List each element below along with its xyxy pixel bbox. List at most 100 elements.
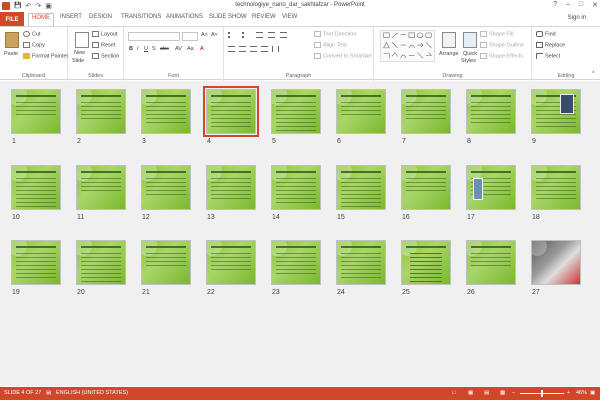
layout-button[interactable]: Layout — [92, 31, 118, 37]
slide-thumbnail[interactable] — [11, 165, 61, 210]
slide-thumbnail[interactable] — [271, 240, 321, 285]
arrange-icon[interactable] — [442, 32, 456, 48]
arrange-button[interactable]: Arrange — [439, 51, 459, 57]
restore-button[interactable]: □ — [579, 1, 583, 9]
new-slide-dropdown[interactable]: Slide — [72, 58, 84, 64]
character-spacing-button[interactable]: AV — [175, 46, 182, 52]
decrease-indent-button[interactable] — [256, 32, 265, 38]
slide-thumbnail[interactable] — [466, 240, 516, 285]
align-right-button[interactable] — [250, 46, 259, 52]
slide-thumbnail[interactable] — [76, 165, 126, 210]
slide-thumbnail[interactable] — [271, 165, 321, 210]
reset-button[interactable]: Reset — [92, 42, 115, 48]
shapes-gallery[interactable] — [380, 30, 435, 62]
columns-button[interactable] — [272, 46, 281, 52]
slide-thumbnail[interactable] — [141, 165, 191, 210]
slide-thumbnail[interactable] — [401, 240, 451, 285]
slide-thumbnail[interactable] — [401, 89, 451, 134]
grow-font-button[interactable]: A˄ — [201, 32, 208, 38]
slide-thumbnail[interactable] — [76, 89, 126, 134]
zoom-out-button[interactable]: – — [512, 390, 515, 396]
bold-button[interactable]: B — [129, 46, 133, 52]
new-slide-icon[interactable] — [75, 32, 89, 48]
spellcheck-icon[interactable]: ▤ — [46, 390, 51, 396]
tab-animations[interactable]: ANIMATIONS — [166, 13, 203, 21]
tab-slide-show[interactable]: SLIDE SHOW — [209, 13, 247, 21]
numbering-button[interactable] — [242, 32, 251, 38]
section-button[interactable]: Section — [92, 53, 119, 59]
align-center-button[interactable] — [239, 46, 248, 52]
increase-indent-button[interactable] — [268, 32, 277, 38]
shadow-button[interactable]: S — [152, 46, 156, 52]
justify-button[interactable] — [261, 46, 270, 52]
collapse-ribbon-icon[interactable]: ^ — [592, 71, 595, 77]
format-painter-button[interactable]: Format Painter — [23, 53, 68, 59]
align-left-button[interactable] — [228, 46, 237, 52]
slide-thumbnail[interactable] — [11, 240, 61, 285]
select-button[interactable]: Select — [536, 53, 560, 59]
slide-thumbnail[interactable] — [531, 89, 581, 134]
shape-outline-button[interactable]: Shape Outline — [480, 42, 524, 48]
tab-design[interactable]: DESIGN — [89, 13, 112, 21]
paste-icon[interactable] — [5, 32, 19, 48]
slide-thumbnail[interactable] — [206, 165, 256, 210]
zoom-level[interactable]: 46% — [576, 390, 587, 396]
slide-thumbnail[interactable] — [271, 89, 321, 134]
new-slide-button[interactable]: New — [74, 50, 85, 56]
fit-slide-icon[interactable]: ▣ — [590, 390, 595, 396]
find-button[interactable]: Find — [536, 31, 556, 37]
normal-view-icon[interactable]: □ — [452, 390, 455, 396]
underline-button[interactable]: U — [144, 46, 148, 52]
sign-in-link[interactable]: Sign in — [568, 15, 586, 21]
tab-insert[interactable]: INSERT — [60, 13, 82, 21]
slide-thumbnail[interactable] — [203, 86, 259, 137]
paste-button[interactable]: Paste — [4, 51, 18, 57]
reading-view-icon[interactable]: ▤ — [484, 390, 489, 396]
tab-view[interactable]: VIEW — [282, 13, 297, 21]
quick-styles-icon[interactable] — [463, 32, 477, 48]
close-button[interactable]: ✕ — [592, 1, 598, 9]
slide-thumbnail[interactable] — [531, 165, 581, 210]
align-text-button[interactable]: Align Text — [314, 42, 347, 48]
quick-styles-dropdown[interactable]: Styles — [461, 58, 476, 64]
slide-thumbnail[interactable] — [466, 89, 516, 134]
text-direction-button[interactable]: Text Direction — [314, 31, 356, 37]
copy-button[interactable]: Copy — [23, 42, 45, 48]
italic-button[interactable]: I — [137, 46, 139, 52]
bullets-button[interactable] — [228, 32, 237, 38]
shape-fill-button[interactable]: Shape Fill — [480, 31, 513, 37]
slide-thumbnail[interactable] — [11, 89, 61, 134]
minimize-button[interactable]: – — [566, 1, 570, 9]
slide-thumbnail[interactable] — [141, 240, 191, 285]
slide-thumbnail[interactable] — [466, 165, 516, 210]
slide-thumbnail[interactable] — [206, 240, 256, 285]
tab-transitions[interactable]: TRANSITIONS — [121, 13, 161, 21]
slide-thumbnail[interactable] — [336, 165, 386, 210]
font-color-button[interactable]: A — [200, 46, 204, 52]
help-button[interactable]: ? — [553, 1, 557, 9]
slide-thumbnail[interactable] — [401, 165, 451, 210]
shrink-font-button[interactable]: A˅ — [211, 32, 218, 38]
slideshow-view-icon[interactable]: ▩ — [500, 390, 505, 396]
quick-styles-button[interactable]: Quick — [463, 51, 477, 57]
font-name-combo[interactable] — [128, 32, 180, 41]
slide-thumbnail[interactable] — [531, 240, 581, 285]
tab-review[interactable]: REVIEW — [252, 13, 276, 21]
slide-sorter-view-icon[interactable]: ▦ — [468, 390, 473, 396]
cut-button[interactable]: Cut — [23, 31, 41, 37]
change-case-button[interactable]: Aa — [187, 46, 194, 52]
slide-thumbnail[interactable] — [141, 89, 191, 134]
slide-thumbnail[interactable] — [336, 89, 386, 134]
zoom-in-button[interactable]: + — [567, 390, 570, 396]
strikethrough-button[interactable]: abc — [160, 46, 169, 52]
convert-smartart-button[interactable]: Convert to SmartArt — [314, 53, 372, 59]
font-size-combo[interactable] — [182, 32, 198, 41]
slide-thumbnail[interactable] — [336, 240, 386, 285]
tab-home[interactable]: HOME — [28, 13, 54, 26]
zoom-slider-thumb[interactable] — [541, 390, 543, 397]
replace-button[interactable]: Replace — [536, 42, 565, 48]
language-indicator[interactable]: ENGLISH (UNITED STATES) — [56, 390, 128, 396]
line-spacing-button[interactable] — [280, 32, 289, 38]
tab-file[interactable]: FILE — [0, 12, 24, 26]
slide-thumbnail[interactable] — [76, 240, 126, 285]
